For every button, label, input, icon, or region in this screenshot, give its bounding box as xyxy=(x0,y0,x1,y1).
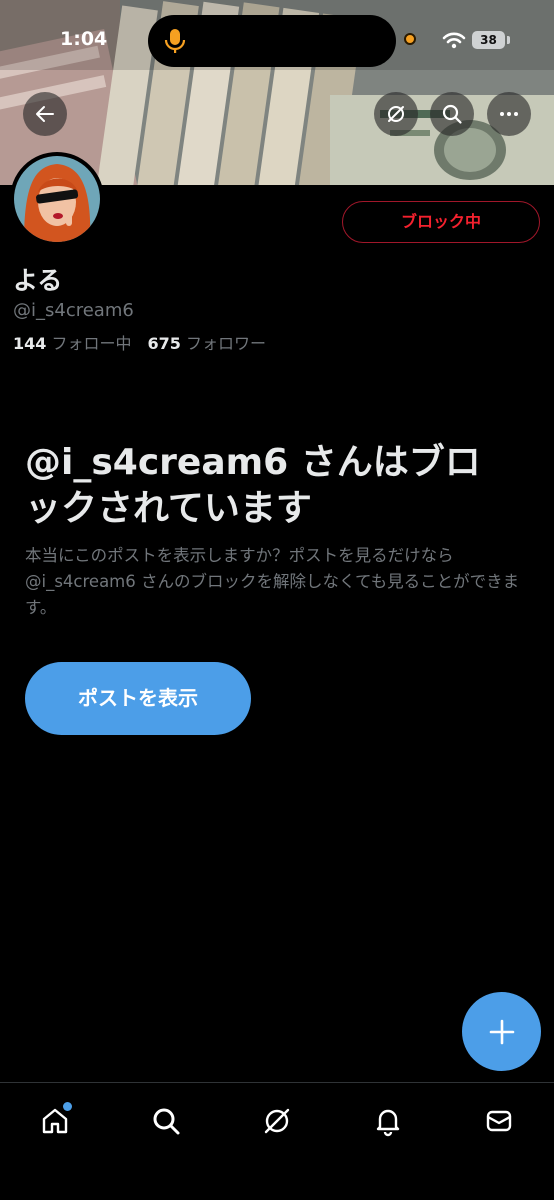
tab-home[interactable] xyxy=(35,1102,75,1139)
tab-messages[interactable] xyxy=(479,1103,519,1139)
profile-handle: @i_s4cream6 xyxy=(13,300,134,321)
following-count: 144 xyxy=(13,334,47,353)
followers-count: 675 xyxy=(147,334,181,353)
followers-link[interactable]: 675 フォロワー xyxy=(148,334,267,353)
followers-label: フォロワー xyxy=(186,334,267,353)
search-icon xyxy=(153,1108,180,1135)
following-label: フォロー中 xyxy=(51,334,132,353)
battery-nub xyxy=(507,36,510,44)
bottom-tab-bar xyxy=(0,1082,554,1200)
messages-icon xyxy=(486,1110,512,1132)
show-posts-button[interactable]: ポストを表示 xyxy=(25,662,251,735)
battery-indicator: 38 xyxy=(472,31,505,49)
profile-stats: 144 フォロー中 675 フォロワー xyxy=(13,330,266,354)
blocked-title: @i_s4cream6 さんはブロックされています xyxy=(25,442,481,529)
microphone-icon xyxy=(164,29,186,53)
plus-icon xyxy=(489,1019,514,1044)
search-button[interactable] xyxy=(430,92,474,136)
grok-icon xyxy=(264,1108,290,1134)
following-link[interactable]: 144 フォロー中 xyxy=(13,334,132,353)
tab-notifications[interactable] xyxy=(368,1103,408,1139)
tab-search[interactable] xyxy=(146,1103,186,1139)
avatar[interactable] xyxy=(10,152,104,246)
search-icon xyxy=(442,104,462,124)
blocking-button[interactable]: ブロック中 xyxy=(342,201,540,243)
camera-indicator-icon xyxy=(404,33,416,45)
status-time: 1:04 xyxy=(60,28,108,50)
more-icon xyxy=(500,112,518,116)
status-bar: 1:04 38 xyxy=(0,0,554,80)
back-button[interactable] xyxy=(23,92,67,136)
more-options-button[interactable] xyxy=(487,92,531,136)
back-arrow-icon xyxy=(36,106,54,122)
avatar-image xyxy=(14,156,100,242)
blocked-description: 本当にこのポストを表示しますか？ポストを見るだけなら@i_s4cream6 さん… xyxy=(25,546,520,617)
grok-button[interactable] xyxy=(374,92,418,136)
profile-name: よる xyxy=(13,266,63,295)
notifications-icon xyxy=(376,1109,400,1137)
grok-icon xyxy=(388,106,404,122)
home-notification-dot xyxy=(63,1102,72,1111)
tab-grok[interactable] xyxy=(257,1103,297,1139)
compose-button[interactable] xyxy=(462,992,541,1071)
wifi-icon xyxy=(442,32,466,49)
